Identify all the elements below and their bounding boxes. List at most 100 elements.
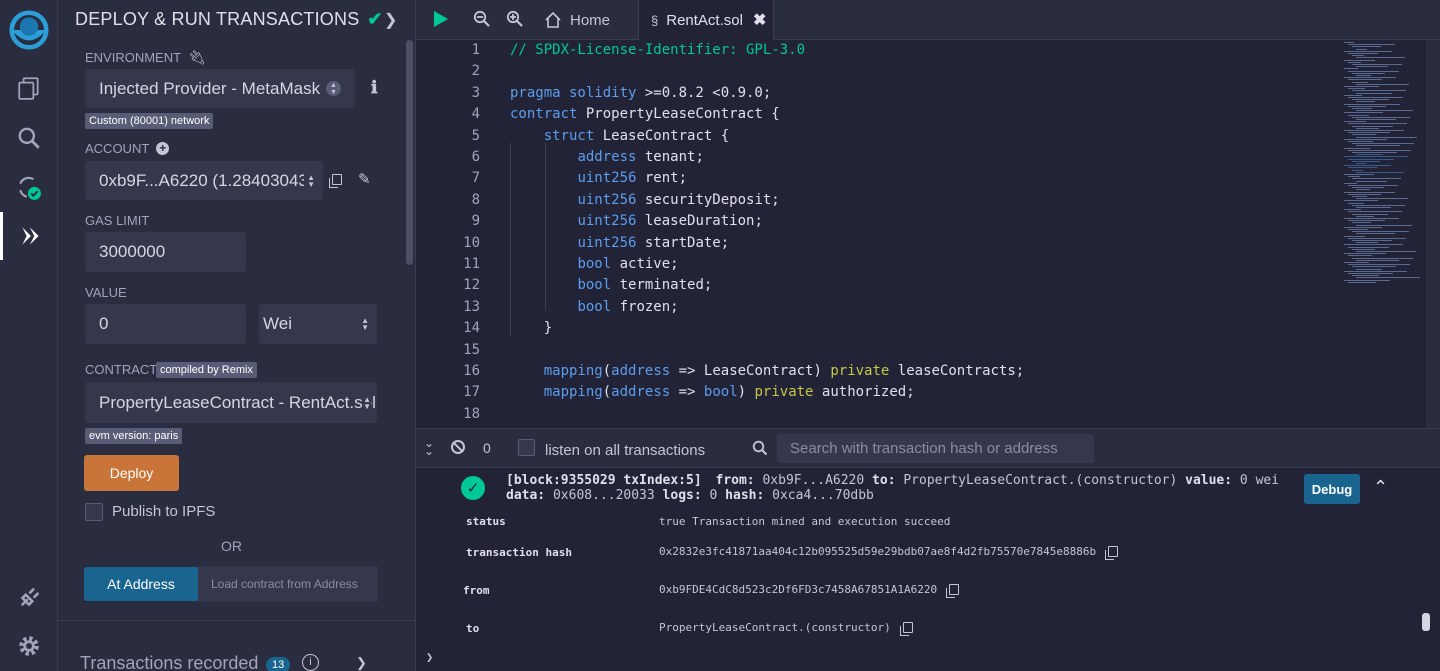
line-number: 14 (463, 320, 480, 337)
account-select[interactable]: 0xb9F...A6220 (1.28403043 ▲ ▼ (85, 161, 323, 200)
code-line[interactable]: 16 mapping(address => LeaseContract) pri… (416, 361, 1356, 382)
chevron-right-icon[interactable]: ❯ (384, 10, 397, 30)
to-row: PropertyLeaseContract.(constructor) (659, 621, 913, 636)
transactions-recorded-count: 13 (266, 657, 291, 671)
code-line[interactable]: 2 (416, 61, 1356, 82)
code-line[interactable]: 7 uint256 rent; (416, 168, 1356, 189)
icon-rail (0, 0, 58, 671)
value-unit-select[interactable]: Wei ▲ ▼ (259, 304, 377, 344)
code-line[interactable]: 13 bool frozen; (416, 297, 1356, 318)
zoom-in-icon[interactable] (506, 10, 524, 33)
code-text: bool frozen; (577, 298, 679, 315)
code-line[interactable]: 10 uint256 startDate; (416, 233, 1356, 254)
info-icon[interactable]: i (302, 654, 319, 671)
copy-icon[interactable] (329, 172, 342, 190)
edit-icon[interactable]: ✎ (358, 170, 371, 188)
tx-log-line-2[interactable]: data: 0x608...20033 logs: 0 hash: 0xca4.… (506, 488, 874, 503)
tx-data-key: data: (506, 488, 546, 503)
code-text: contract PropertyLeaseContract { (510, 106, 780, 123)
code-line[interactable]: 18 (416, 404, 1356, 425)
chevron-right-icon[interactable]: ❯ (356, 655, 367, 671)
load-contract-input[interactable]: Load contract from Address (198, 566, 378, 602)
tab-rentact-label: RentAct.sol (666, 11, 743, 29)
tab-rentact[interactable]: § RentAct.sol ✖ (638, 0, 774, 40)
tx-to-value: PropertyLeaseContract.(constructor) (903, 473, 1178, 488)
code-line[interactable]: 6 address tenant; (416, 147, 1356, 168)
code-line[interactable]: 11 bool active; (416, 254, 1356, 275)
code-text: } (510, 320, 553, 337)
code-line[interactable]: 17 mapping(address => bool) private auth… (416, 382, 1356, 403)
code-line[interactable]: 12 bool terminated; (416, 275, 1356, 296)
line-number: 6 (471, 149, 480, 165)
transaction-hash-value: 0x2832e3fc41871aa404c12b095525d59e29bdb0… (659, 545, 1097, 558)
checkmark-icon: ✔ (367, 9, 383, 29)
or-label: OR (221, 538, 242, 554)
code-text: mapping(address => LeaseContract) privat… (543, 363, 1025, 379)
success-check-icon: ✓ (461, 476, 485, 500)
line-number: 2 (471, 63, 480, 80)
run-play-icon[interactable] (432, 9, 450, 34)
line-number: 11 (463, 256, 480, 272)
account-label: ACCOUNT + (85, 141, 170, 156)
panel-scrollbar[interactable] (406, 40, 413, 265)
code-editor[interactable]: 1 // SPDX-License-Identifier: GPL-3.0 2 3 pr… (416, 40, 1440, 428)
tx-log-line-1[interactable]: [block:9355029 txIndex:5] from: 0xb9F...… (506, 473, 1279, 488)
zoom-out-icon[interactable] (473, 10, 491, 33)
plus-circle-icon[interactable]: + (156, 142, 170, 155)
debug-button[interactable]: Debug (1304, 474, 1360, 504)
info-icon[interactable]: ℹ (371, 78, 377, 98)
tx-search-input[interactable]: Search with transaction hash or address (777, 434, 1094, 463)
copy-icon[interactable] (899, 622, 913, 636)
transactions-recorded-section[interactable]: Transactions recorded 13 i ❯ (58, 620, 416, 671)
line-number: 17 (463, 384, 480, 401)
select-arrows-icon: ▲ ▼ (361, 316, 369, 332)
environment-select[interactable]: Injected Provider - MetaMask ▲ ▼ (85, 69, 355, 108)
code-line[interactable]: 9 uint256 leaseDuration; (416, 211, 1356, 232)
gas-limit-input[interactable]: 3000000 (85, 232, 246, 272)
terminal-scrollbar[interactable] (1422, 613, 1430, 631)
code-line[interactable]: 1 // SPDX-License-Identifier: GPL-3.0 (416, 40, 1356, 61)
close-icon[interactable]: ✖ (753, 10, 766, 30)
code-text: // SPDX-License-Identifier: GPL-3.0 (510, 42, 806, 58)
plugin-manager-icon[interactable] (0, 574, 58, 622)
copy-icon[interactable] (1105, 546, 1119, 560)
solidity-compiler-icon[interactable] (0, 164, 58, 212)
select-arrows-icon: ▲ ▼ (304, 174, 315, 189)
code-line[interactable]: 5 struct LeaseContract { (416, 126, 1356, 147)
settings-gear-icon[interactable] (0, 622, 58, 670)
code-text: struct LeaseContract { (543, 127, 730, 144)
tx-from-key: from: (715, 473, 755, 488)
deploy-button[interactable]: Deploy (84, 455, 179, 491)
clear-console-icon[interactable] (451, 440, 465, 454)
code-text: pragma solidity >=0.8.2 <0.9.0; (510, 84, 772, 101)
editor-scrollbar[interactable] (1426, 40, 1440, 428)
deploy-run-icon[interactable] (0, 212, 58, 260)
listen-all-checkbox[interactable] (518, 439, 535, 456)
at-address-button[interactable]: At Address (84, 567, 198, 601)
code-line[interactable]: 8 uint256 securityDeposit; (416, 190, 1356, 211)
tab-home[interactable]: Home (544, 0, 610, 40)
line-number: 15 (463, 341, 480, 358)
terminal-toolbar: ⌄ ⌄ 0 listen on all transactions Search w… (416, 428, 1440, 468)
network-badge: Custom (80001) network (85, 113, 214, 129)
minimap[interactable] (1342, 40, 1426, 290)
code-line[interactable]: 3 pragma solidity >=0.8.2 <0.9.0; (416, 83, 1356, 104)
code-line[interactable]: 14 } (416, 318, 1356, 339)
value-input[interactable]: 0 (85, 304, 246, 344)
code-text: uint256 rent; (577, 170, 688, 187)
tab-home-label: Home (570, 11, 611, 29)
terminal-prompt-icon[interactable]: ❯ (426, 650, 433, 664)
collapse-terminal-icon[interactable]: ⌄ ⌄ (424, 437, 434, 457)
code-line[interactable]: 4 contract PropertyLeaseContract { (416, 104, 1356, 125)
code-line[interactable]: 15 (416, 340, 1356, 361)
tx-data-value: 0x608...20033 (552, 488, 655, 503)
copy-icon[interactable] (946, 584, 960, 598)
publish-ipfs-checkbox[interactable] (85, 503, 103, 521)
file-explorer-icon[interactable] (0, 64, 58, 112)
remix-logo-icon[interactable] (0, 4, 58, 56)
chevron-up-icon[interactable]: ⌃ (1373, 477, 1388, 498)
line-number: 5 (471, 127, 480, 144)
contract-select[interactable]: PropertyLeaseContract - RentAct.sol ▲ ▼ (85, 382, 377, 423)
search-icon[interactable] (0, 114, 58, 162)
terminal-output: ✓ [block:9355029 txIndex:5] from: 0xb9F.… (416, 468, 1440, 671)
